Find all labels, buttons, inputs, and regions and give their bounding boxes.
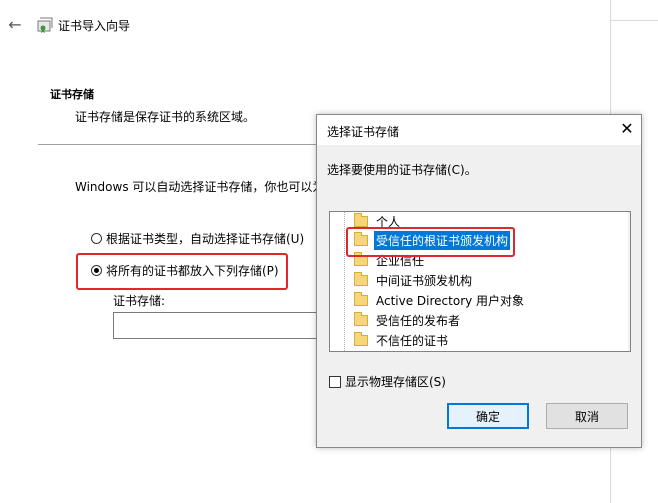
back-arrow-icon[interactable]: ← bbox=[6, 16, 24, 34]
scroll-up-icon[interactable]: ▲ bbox=[628, 212, 630, 228]
windows-auto-select-text: Windows 可以自动选择证书存储，你也可以为 bbox=[75, 180, 325, 194]
background-window-edge-top bbox=[610, 0, 658, 21]
tree-item-label: Active Directory 用户对象 bbox=[376, 293, 525, 308]
show-physical-checkbox[interactable] bbox=[329, 375, 341, 388]
folder-icon bbox=[354, 291, 368, 306]
tree-scrollbar[interactable]: ▲ ▼ bbox=[628, 212, 630, 351]
certificate-store-field[interactable] bbox=[113, 312, 323, 339]
folder-icon bbox=[354, 331, 368, 346]
show-physical-label: 显示物理存储区(S) bbox=[345, 375, 446, 389]
tree-item-label: 受信任的发布者 bbox=[376, 313, 461, 328]
folder-icon bbox=[354, 271, 368, 286]
folder-icon bbox=[354, 311, 368, 326]
certificate-store-label: 证书存储: bbox=[113, 294, 166, 308]
section-heading: 证书存储 bbox=[50, 88, 94, 101]
scroll-down-icon[interactable]: ▼ bbox=[628, 335, 630, 351]
section-description: 证书存储是保存证书的系统区域。 bbox=[75, 110, 256, 124]
dialog-title: 选择证书存储 bbox=[327, 125, 400, 139]
wizard-title: 证书导入向导 bbox=[58, 19, 131, 33]
tree-item-label: 中间证书颁发机构 bbox=[376, 273, 473, 288]
highlight-box-radio bbox=[76, 253, 288, 290]
dialog-prompt: 选择要使用的证书存储(C)。 bbox=[327, 163, 477, 177]
folder-icon bbox=[354, 212, 368, 227]
tree-item-active-directory[interactable]: Active Directory 用户对象 bbox=[354, 291, 526, 309]
tree-item-untrusted[interactable]: 不信任的证书 bbox=[354, 331, 450, 349]
ok-button[interactable]: 确定 bbox=[447, 403, 529, 429]
tree-item-trusted-publishers[interactable]: 受信任的发布者 bbox=[354, 311, 462, 329]
tree-item-intermediate-ca[interactable]: 中间证书颁发机构 bbox=[354, 271, 474, 289]
divider bbox=[38, 144, 338, 145]
certificate-icon bbox=[36, 16, 54, 34]
radio-auto-select[interactable]: 根据证书类型，自动选择证书存储(U) bbox=[91, 230, 304, 247]
dialog-titlebar: 选择证书存储 ✕ bbox=[317, 115, 641, 145]
highlight-box-trusted-root bbox=[346, 227, 515, 257]
radio-auto-select-label: 根据证书类型，自动选择证书存储(U) bbox=[106, 232, 305, 246]
close-icon[interactable]: ✕ bbox=[617, 119, 637, 139]
cancel-button[interactable]: 取消 bbox=[546, 403, 628, 429]
tree-item-label: 不信任的证书 bbox=[376, 333, 449, 348]
select-certificate-store-dialog: 选择证书存储 ✕ 选择要使用的证书存储(C)。 个人 受信任的根证书颁发机构 企… bbox=[316, 114, 642, 448]
radio-button[interactable] bbox=[91, 233, 102, 244]
show-physical-stores[interactable]: 显示物理存储区(S) bbox=[329, 373, 446, 390]
